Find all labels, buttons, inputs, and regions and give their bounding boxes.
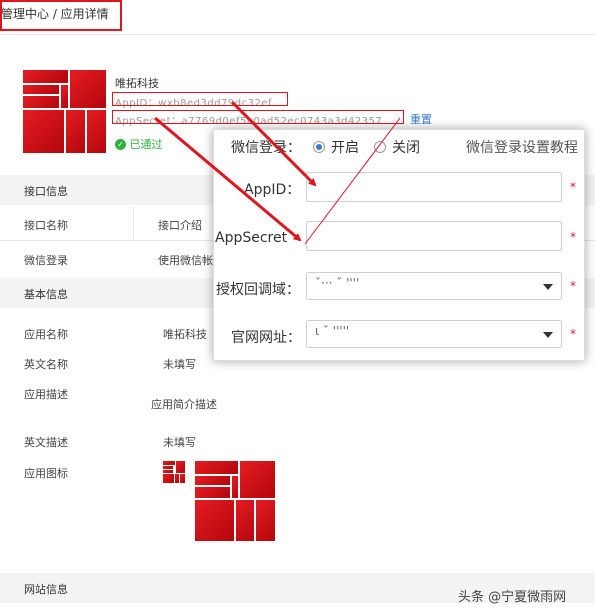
en-desc-value: 未填写 (163, 436, 196, 449)
radio-disable-label[interactable]: 关闭 (392, 137, 420, 157)
en-name-label: 英文名称 (24, 358, 68, 371)
status-text: 已通过 (129, 138, 163, 151)
radio-enable[interactable] (313, 141, 325, 153)
interface-header-name: 接口名称 (24, 219, 68, 232)
section-basic-title: 基本信息 (24, 288, 68, 301)
wechat-login-popup: 微信登录： 开启 关闭 微信登录设置教程 AppID： * AppSecret … (213, 129, 585, 361)
check-icon: ✓ (115, 138, 126, 150)
callback-value: ˇ··· ˇ '''' (315, 276, 360, 290)
app-logo-large (23, 70, 106, 153)
callback-chevron-down-icon (543, 284, 553, 290)
website-value: ι ˇ ''''' (315, 324, 350, 338)
website-label: 官网网址： (231, 330, 301, 346)
desc-value: 应用简介描述 (151, 398, 217, 411)
breadcrumb-highlight (0, 0, 122, 31)
website-required: * (570, 327, 576, 341)
en-desc-label: 英文描述 (24, 436, 68, 449)
appid-highlight (112, 92, 288, 106)
tutorial-link[interactable]: 微信登录设置教程 (466, 137, 583, 157)
reset-link[interactable]: 重置 (410, 111, 432, 127)
wechat-login-label: 微信登录： (231, 140, 301, 156)
watermark: 头条 @宁夏微雨网 (458, 590, 567, 605)
appid-input[interactable] (306, 172, 562, 202)
interface-row-desc: 使用微信帐 (158, 254, 213, 267)
app-icon-small (163, 461, 185, 483)
appsecret-label: AppSecret (215, 230, 288, 246)
interface-header-desc: 接口介绍 (158, 219, 202, 232)
icon-label: 应用图标 (24, 467, 68, 480)
radio-disable[interactable] (374, 141, 386, 153)
website-select[interactable]: ι ˇ ''''' (306, 320, 562, 348)
status-badge: ✓ 已通过 (115, 136, 163, 152)
app-icon-large (195, 461, 275, 541)
interface-row-name: 微信登录 (24, 254, 68, 267)
appsecret-highlight (112, 110, 404, 124)
desc-label: 应用描述 (24, 388, 68, 401)
radio-enable-label[interactable]: 开启 (331, 137, 359, 157)
app-name-label: 应用名称 (24, 328, 68, 341)
app-name-value: 唯拓科技 (163, 328, 207, 341)
en-name-value: 未填写 (163, 358, 196, 371)
interface-col-divider (133, 207, 134, 240)
appid-label: AppID： (244, 182, 301, 198)
section-interface-title: 接口信息 (24, 185, 68, 198)
app-name: 唯拓科技 (115, 77, 159, 90)
section-website-title: 网站信息 (24, 583, 68, 596)
appsecret-required: * (570, 230, 576, 244)
callback-label: 授权回调域： (216, 282, 300, 298)
appid-required: * (570, 180, 576, 194)
appsecret-input[interactable] (306, 221, 562, 251)
callback-select[interactable]: ˇ··· ˇ '''' (306, 272, 562, 300)
callback-required: * (570, 279, 576, 293)
website-chevron-down-icon (543, 332, 553, 338)
